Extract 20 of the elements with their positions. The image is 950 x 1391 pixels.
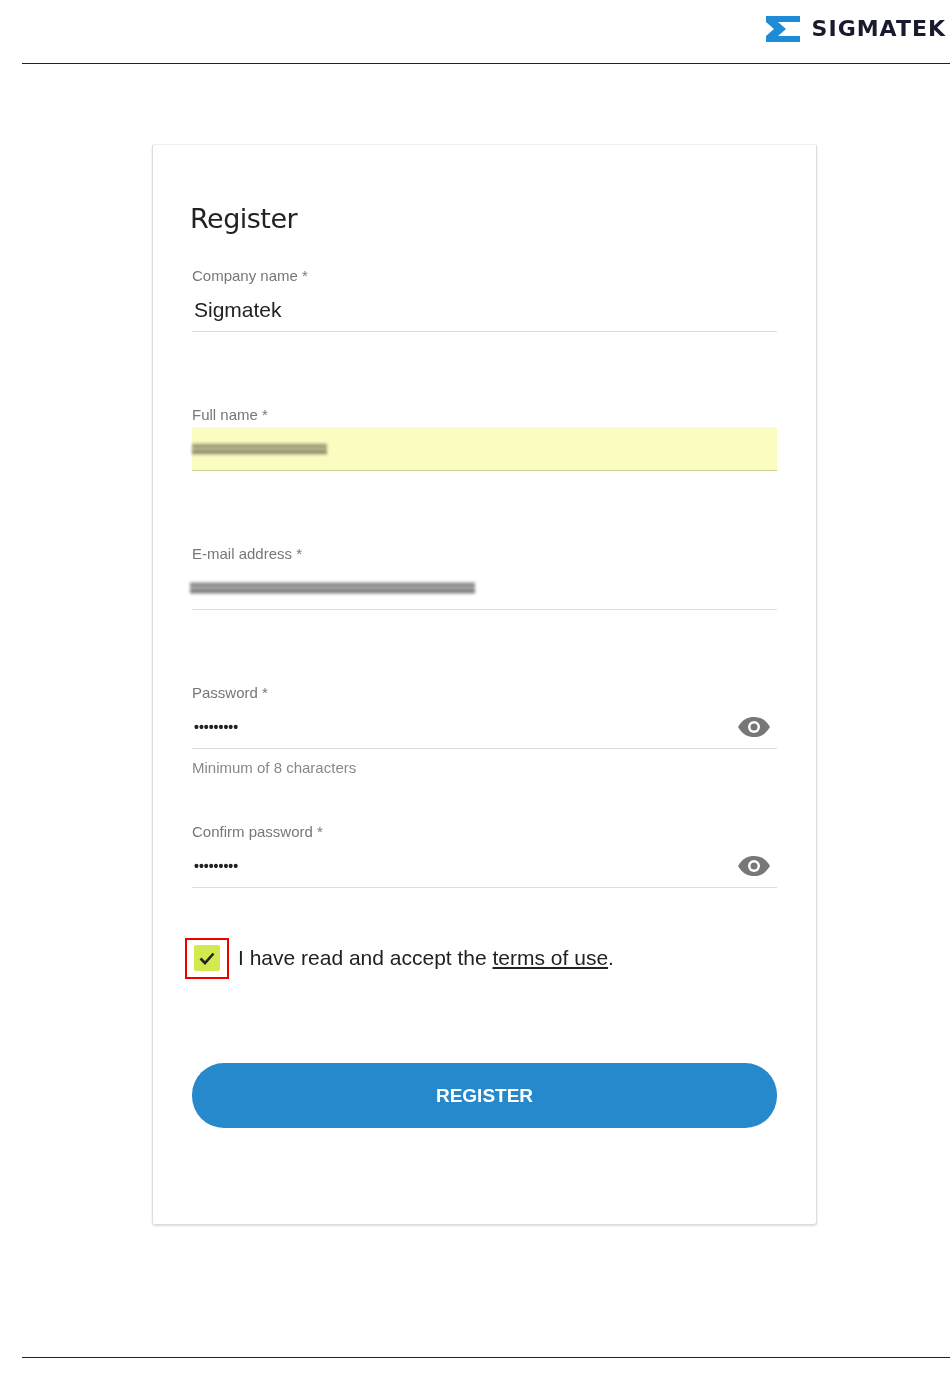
- terms-link[interactable]: terms of use: [492, 946, 609, 969]
- checkmark-icon: [199, 951, 215, 965]
- input-field[interactable]: Sigmatek: [192, 288, 777, 332]
- register-button[interactable]: REGISTER: [192, 1063, 777, 1128]
- eye-icon[interactable]: [737, 715, 771, 738]
- input-field[interactable]: •••••••••: [192, 705, 777, 749]
- field-hint: Minimum of 8 characters: [192, 759, 358, 776]
- field-label: Company name *: [192, 267, 309, 286]
- eye-icon[interactable]: [737, 854, 771, 877]
- field-label: E-mail address *: [192, 545, 304, 564]
- input-field[interactable]: •••••••••: [192, 844, 777, 888]
- terms-sentence: I have read and accept the terms of use.: [238, 946, 614, 970]
- brand-name: SIGMATEK: [811, 16, 946, 41]
- checkbox[interactable]: [194, 945, 220, 971]
- field-label: Password *: [192, 684, 269, 703]
- logo-icon: [765, 15, 800, 42]
- field-label: Confirm password *: [192, 823, 324, 842]
- field-label: Full name *: [192, 406, 269, 425]
- input-field[interactable]: [192, 427, 777, 471]
- form-title: Register: [190, 203, 299, 234]
